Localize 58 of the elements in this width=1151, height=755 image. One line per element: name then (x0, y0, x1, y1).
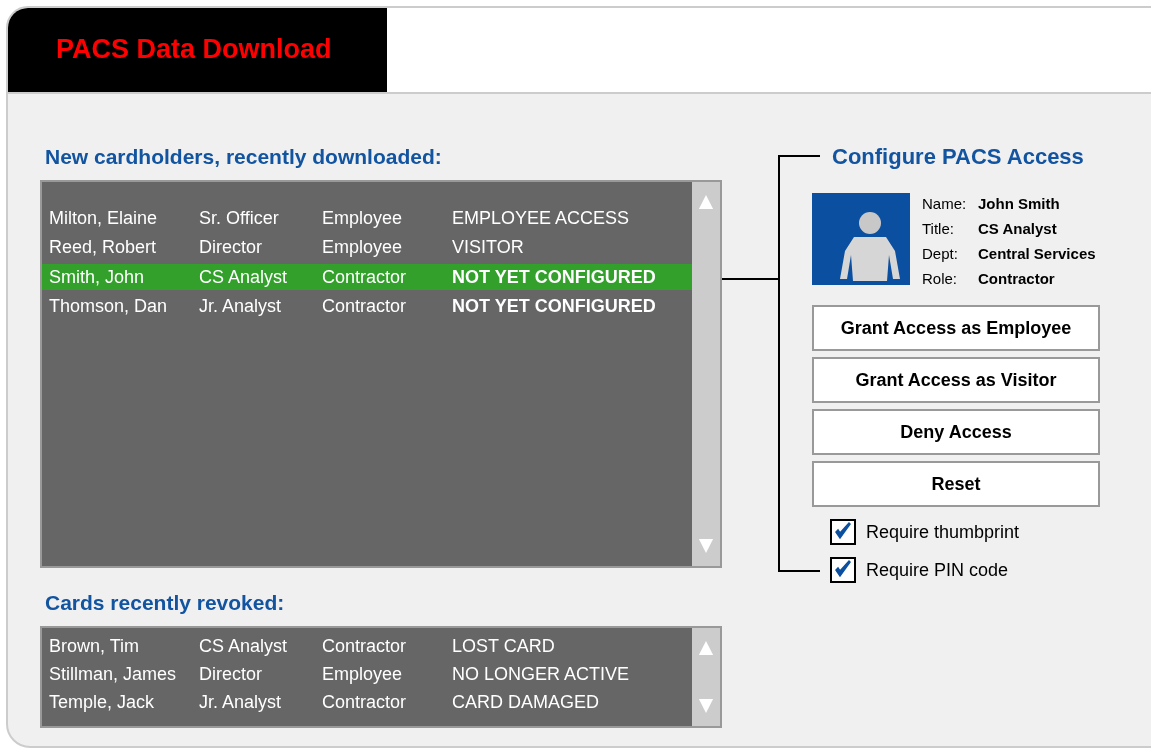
table-cell: NOT YET CONFIGURED (452, 296, 656, 317)
list-row[interactable]: Milton, Elaine Sr. Officer Employee EMPLOYEE ACCESS (42, 205, 692, 231)
checkbox-label: Require PIN code (866, 559, 1009, 581)
scrollbar[interactable] (692, 182, 720, 566)
table-cell-text: Contractor (322, 635, 408, 657)
section-heading: Cards recently revoked: (44, 590, 286, 616)
field-value: Contractor (978, 270, 1055, 287)
avatar-icon (812, 193, 910, 285)
table-cell-text: Sr. Officer (199, 207, 280, 229)
table-cell: VISITOR (452, 237, 524, 258)
table-cell-text: Contractor (322, 266, 408, 288)
table-cell-text: Brown, Tim (49, 635, 141, 657)
table-cell: LOST CARD (452, 635, 555, 657)
table-cell-text: CS Analyst (199, 635, 289, 657)
table-cell-text: Milton, Elaine (49, 207, 159, 229)
action-button[interactable]: Deny Access (812, 409, 1100, 455)
table-cell: NO LONGER ACTIVE (452, 663, 630, 685)
table-cell-text: Employee (322, 207, 404, 229)
list-row[interactable]: Thomson, Dan Jr. Analyst Contractor NOT YET CONFIGURED (42, 293, 692, 320)
field-value: CS Analyst (978, 220, 1057, 237)
table-cell-text: Smith, John (49, 266, 146, 288)
table-cell-text: CS Analyst (199, 266, 289, 288)
checkbox[interactable] (830, 519, 856, 545)
action-button[interactable]: Grant Access as Employee (812, 305, 1100, 351)
field-label: Role: (922, 270, 959, 287)
table-cell-text: Contractor (322, 296, 408, 317)
table-cell-text: Reed, Robert (49, 237, 158, 258)
action-button[interactable]: Grant Access as Visitor (812, 357, 1100, 403)
down-arrow-icon[interactable] (698, 538, 714, 554)
table-cell-text: Employee (322, 237, 404, 258)
table-cell-text: Employee (322, 663, 404, 685)
action-button[interactable]: Reset (812, 461, 1100, 507)
section-heading: New cardholders, recently downloaded: (44, 144, 443, 170)
scrollbar[interactable] (692, 628, 720, 726)
window-title: PACS Data Download (56, 33, 332, 65)
up-arrow-icon[interactable] (698, 194, 714, 210)
table-cell-text: Stillman, James (49, 663, 178, 685)
panel-heading: Configure PACS Access (831, 144, 1085, 170)
table-cell-text: Thomson, Dan (49, 296, 169, 317)
field-label: Title: (922, 220, 955, 237)
checkbox-label: Require thumbprint (866, 521, 1020, 543)
field-value: John Smith (978, 195, 1060, 212)
down-arrow-icon[interactable] (698, 698, 714, 714)
table-cell-text: Contractor (322, 691, 408, 713)
field-label: Dept: (922, 245, 959, 262)
field-value: Central Services (978, 245, 1096, 262)
table-cell: NOT YET CONFIGURED (452, 266, 656, 288)
table-cell-text: Jr. Analyst (199, 296, 283, 317)
table-cell-text: Jr. Analyst (199, 691, 283, 713)
table-cell: CARD DAMAGED (452, 691, 599, 713)
checkbox[interactable] (830, 557, 856, 583)
table-cell: EMPLOYEE ACCESS (452, 207, 630, 229)
up-arrow-icon[interactable] (698, 640, 714, 656)
table-cell-text: Director (199, 663, 263, 685)
table-cell-text: Temple, Jack (49, 691, 156, 713)
table-cell-text: Director (199, 237, 263, 258)
field-label: Name: (922, 195, 968, 212)
list-row[interactable]: Reed, Robert Director Employee VISITOR (42, 234, 692, 261)
